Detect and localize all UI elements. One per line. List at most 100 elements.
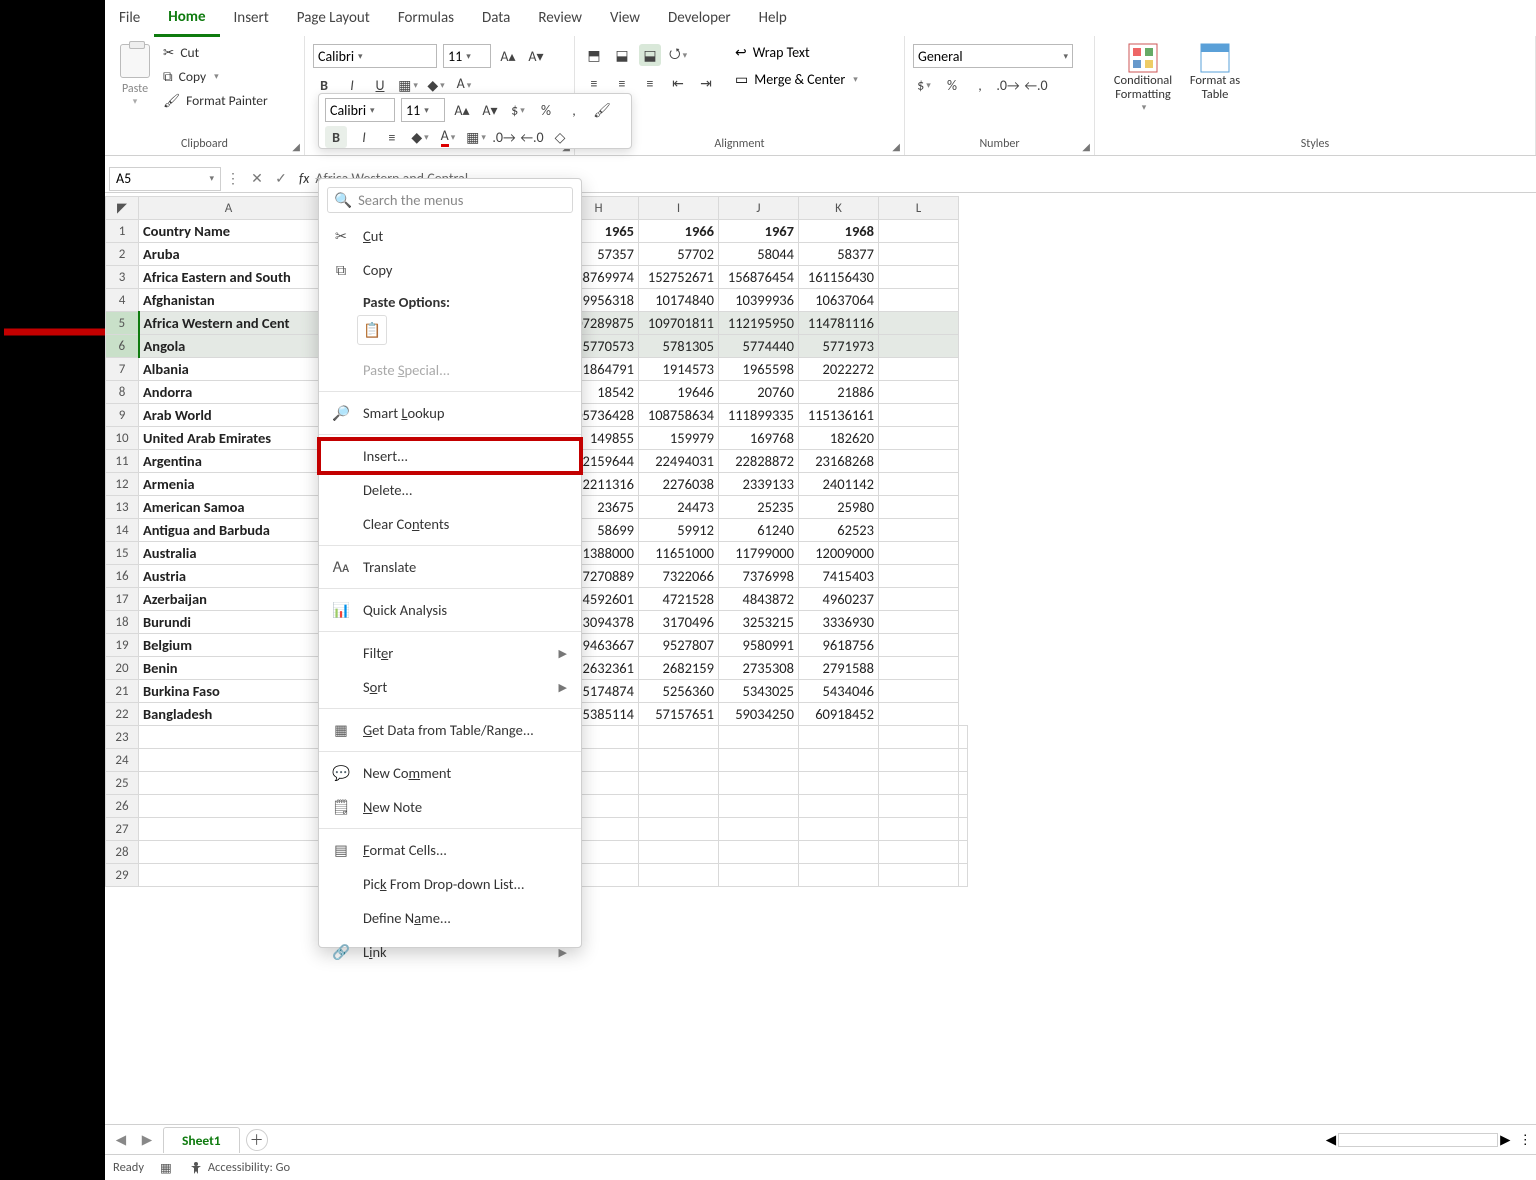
cell-value[interactable]: 61240 <box>719 519 799 542</box>
cell-value[interactable]: 3170496 <box>639 611 719 634</box>
row-header-11[interactable]: 11 <box>106 450 139 473</box>
row-header-14[interactable]: 14 <box>106 519 139 542</box>
ctx-new-comment[interactable]: 💬New Comment <box>319 756 581 790</box>
row-header-5[interactable]: 5 <box>106 312 139 335</box>
cell-value[interactable]: 1965598 <box>719 358 799 381</box>
row-header-17[interactable]: 17 <box>106 588 139 611</box>
cell-value[interactable]: 57157651 <box>639 703 719 726</box>
menu-developer[interactable]: Developer <box>654 1 745 35</box>
row-header-15[interactable]: 15 <box>106 542 139 565</box>
cell-value[interactable] <box>719 841 799 864</box>
cell-country[interactable]: Angola <box>139 335 319 358</box>
increase-indent-icon[interactable]: ⇥ <box>695 72 717 94</box>
ctx-quick-analysis[interactable]: 📊Quick Analysis <box>319 593 581 627</box>
cell-value[interactable]: 24473 <box>639 496 719 519</box>
mini-inc-decimal-icon[interactable]: .0→ <box>493 126 515 148</box>
cell-value[interactable] <box>639 841 719 864</box>
increase-font-icon[interactable]: A▴ <box>497 45 519 67</box>
cell-value[interactable] <box>879 818 959 841</box>
cell-value[interactable]: 7376998 <box>719 565 799 588</box>
mini-font-combo[interactable]: Calibri▾ <box>325 98 395 122</box>
row-header-1[interactable]: 1 <box>106 220 139 243</box>
cell-value[interactable]: 182620 <box>799 427 879 450</box>
cell-value[interactable]: 159979 <box>639 427 719 450</box>
fx-sep-icon[interactable]: ⋮ <box>221 170 245 187</box>
cell-value[interactable]: 22494031 <box>639 450 719 473</box>
decrease-indent-icon[interactable]: ⇤ <box>667 72 689 94</box>
ctx-cut[interactable]: ✂Cut <box>319 219 581 253</box>
cell-value[interactable]: 169768 <box>719 427 799 450</box>
enter-icon[interactable]: ✓ <box>269 170 293 187</box>
select-all-corner[interactable]: ◤ <box>106 197 139 220</box>
cell-country[interactable]: Austria <box>139 565 319 588</box>
cell-country[interactable]: American Samoa <box>139 496 319 519</box>
row-header-28[interactable]: 28 <box>106 841 139 864</box>
cell-value[interactable] <box>799 795 879 818</box>
cell-value[interactable]: 2791588 <box>799 657 879 680</box>
number-launcher[interactable]: ◢ <box>1082 140 1090 153</box>
cell-value[interactable] <box>879 795 959 818</box>
menu-review[interactable]: Review <box>524 1 596 35</box>
copy-button[interactable]: ⧉Copy▾ <box>163 68 268 85</box>
cell-value[interactable] <box>639 864 719 887</box>
cell-value[interactable]: 9618756 <box>799 634 879 657</box>
header-cell[interactable]: 1967 <box>719 220 799 243</box>
cell-country[interactable]: Andorra <box>139 381 319 404</box>
cell-value[interactable]: 2022272 <box>799 358 879 381</box>
cell-value[interactable]: 7322066 <box>639 565 719 588</box>
macros-icon[interactable]: ▦ <box>160 1160 172 1176</box>
paste-option-icon[interactable]: 📋 <box>357 315 387 345</box>
row-header-23[interactable]: 23 <box>106 726 139 749</box>
mini-accounting-icon[interactable]: $▾ <box>507 99 529 121</box>
cell-country[interactable]: Bangladesh <box>139 703 319 726</box>
cell-value[interactable]: 11651000 <box>639 542 719 565</box>
cell-country[interactable] <box>139 841 319 864</box>
row-header-20[interactable]: 20 <box>106 657 139 680</box>
cell-country[interactable]: Aruba <box>139 243 319 266</box>
cell-value[interactable]: 60918452 <box>799 703 879 726</box>
horizontal-scrollbar[interactable]: ◀▶⋮ <box>1326 1131 1536 1148</box>
row-header-26[interactable]: 26 <box>106 795 139 818</box>
cell-value[interactable]: 12009000 <box>799 542 879 565</box>
ctx-pick-list[interactable]: Pick From Drop-down List... <box>319 867 581 901</box>
cell-value[interactable]: 7415403 <box>799 565 879 588</box>
increase-decimal-icon[interactable]: .0→ <box>997 74 1019 96</box>
cell-value[interactable]: 11799000 <box>719 542 799 565</box>
mini-dec-decimal-icon[interactable]: ←.0 <box>521 126 543 148</box>
mini-comma-icon[interactable]: , <box>563 99 585 121</box>
row-header-12[interactable]: 12 <box>106 473 139 496</box>
cell-value[interactable]: 4721528 <box>639 588 719 611</box>
cell-value[interactable]: 59912 <box>639 519 719 542</box>
row-header-19[interactable]: 19 <box>106 634 139 657</box>
cell-value[interactable]: 2339133 <box>719 473 799 496</box>
ctx-get-data[interactable]: ▦Get Data from Table/Range... <box>319 713 581 747</box>
cell-value[interactable]: 2735308 <box>719 657 799 680</box>
row-header-29[interactable]: 29 <box>106 864 139 887</box>
cell-value[interactable] <box>879 841 959 864</box>
cell-value[interactable]: 1914573 <box>639 358 719 381</box>
cell-value[interactable] <box>799 841 879 864</box>
mini-size-combo[interactable]: 11▾ <box>401 98 445 122</box>
cell-value[interactable]: 3336930 <box>799 611 879 634</box>
cell-value[interactable]: 21886 <box>799 381 879 404</box>
cell-value[interactable] <box>799 864 879 887</box>
tab-next-icon[interactable]: ▶ <box>137 1131 157 1148</box>
cell-value[interactable]: 112195950 <box>719 312 799 335</box>
cell-value[interactable]: 57702 <box>639 243 719 266</box>
cell-value[interactable]: 9527807 <box>639 634 719 657</box>
cell-value[interactable]: 5256360 <box>639 680 719 703</box>
row-header-8[interactable]: 8 <box>106 381 139 404</box>
cell-country[interactable]: Africa Western and Cent <box>139 312 319 335</box>
sheet-tab-1[interactable]: Sheet1 <box>163 1127 240 1153</box>
row-header-3[interactable]: 3 <box>106 266 139 289</box>
cell-value[interactable]: 108758634 <box>639 404 719 427</box>
ctx-filter[interactable]: Filter▶ <box>319 636 581 670</box>
cell-value[interactable]: 10399936 <box>719 289 799 312</box>
row-header-24[interactable]: 24 <box>106 749 139 772</box>
cell-value[interactable] <box>719 864 799 887</box>
mini-percent-icon[interactable]: % <box>535 99 557 121</box>
cell-value[interactable] <box>799 772 879 795</box>
cell-value[interactable]: 62523 <box>799 519 879 542</box>
cell-country[interactable]: Argentina <box>139 450 319 473</box>
row-header-4[interactable]: 4 <box>106 289 139 312</box>
